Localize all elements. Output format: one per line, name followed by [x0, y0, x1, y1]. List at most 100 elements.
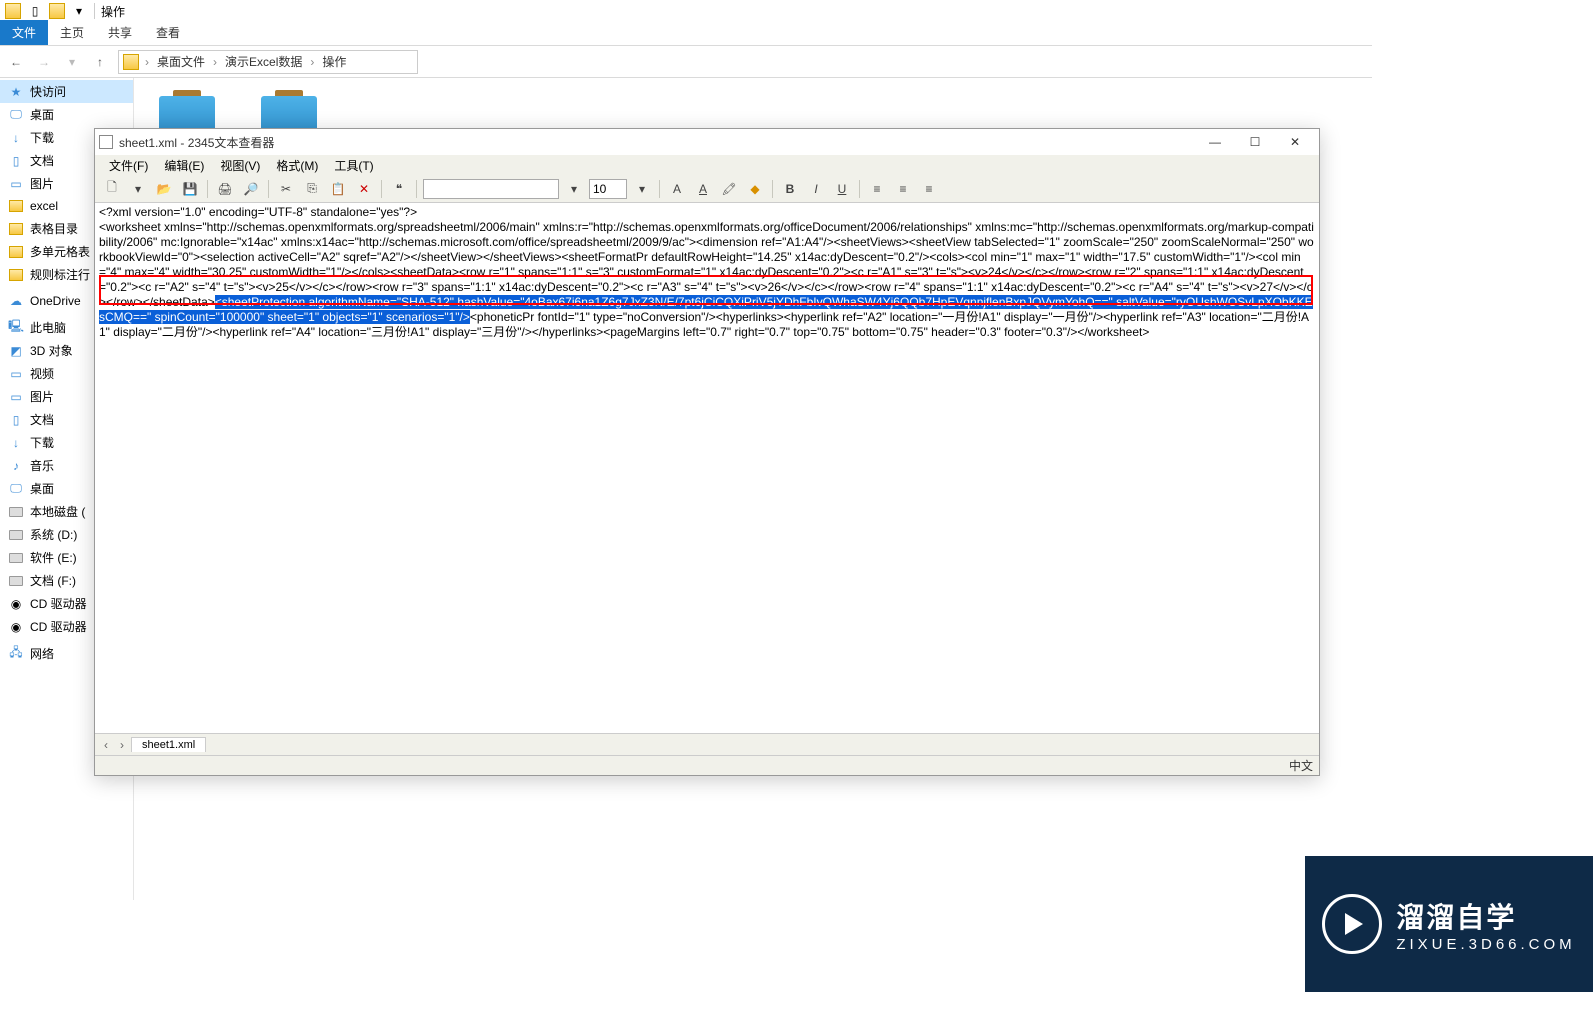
cloud-icon: ☁ — [8, 293, 24, 309]
tab-view[interactable]: 查看 — [144, 20, 192, 45]
fill-icon[interactable]: ◆ — [744, 178, 766, 200]
save-icon[interactable]: 💾 — [179, 178, 201, 200]
font-size-value: 10 — [593, 182, 606, 196]
sidebar-item-label: 音乐 — [30, 457, 54, 474]
drive-icon — [8, 550, 24, 566]
maximize-button[interactable]: ☐ — [1235, 129, 1275, 155]
sidebar-item-label: 图片 — [30, 175, 54, 192]
breadcrumb-seg[interactable]: 操作 — [320, 53, 348, 70]
sidebar-item-label: 图片 — [30, 388, 54, 405]
doc-icon[interactable]: ▯ — [26, 2, 44, 20]
menu-bar: 文件(F) 编辑(E) 视图(V) 格式(M) 工具(T) — [95, 155, 1319, 175]
nav-recent-icon[interactable]: ▾ — [62, 52, 82, 72]
nav-up-icon[interactable]: ↑ — [90, 52, 110, 72]
nav-back-icon[interactable]: ← — [6, 52, 26, 72]
textfile-icon — [99, 135, 113, 149]
folder-icon — [8, 244, 24, 260]
document-icon: ▯ — [8, 412, 24, 428]
underline-icon[interactable]: U — [831, 178, 853, 200]
disc-icon: ◉ — [8, 596, 24, 612]
sidebar-item-label: 此电脑 — [30, 319, 66, 336]
cut-icon[interactable]: ✂ — [275, 178, 297, 200]
menu-format[interactable]: 格式(M) — [270, 156, 324, 175]
music-icon: ♪ — [8, 458, 24, 474]
align-center-icon[interactable]: ≡ — [892, 178, 914, 200]
sidebar-item-label: 网络 — [30, 645, 54, 662]
viewer-doctabs: ‹ › sheet1.xml — [95, 733, 1319, 755]
tab-share[interactable]: 共享 — [96, 20, 144, 45]
menu-tool[interactable]: 工具(T) — [328, 156, 379, 175]
drive-icon — [8, 573, 24, 589]
align-right-icon[interactable]: ≡ — [918, 178, 940, 200]
sidebar-item-label: 文档 (F:) — [30, 572, 76, 589]
sidebar-item-label: 文档 — [30, 152, 54, 169]
watermark-title: 溜溜自学 — [1396, 896, 1575, 936]
viewer-titlebar[interactable]: sheet1.xml - 2345文本查看器 ― ☐ ✕ — [95, 129, 1319, 155]
quote-icon[interactable]: ❝ — [388, 178, 410, 200]
print-icon[interactable]: 🖨 — [214, 178, 236, 200]
nav-forward-icon: → — [34, 52, 54, 72]
sidebar-item-label: 本地磁盘 ( — [30, 503, 85, 520]
highlight-icon[interactable]: 🖍 — [718, 178, 740, 200]
close-button[interactable]: ✕ — [1275, 129, 1315, 155]
font-size-select[interactable]: 10 — [589, 179, 627, 199]
star-icon: ★ — [8, 84, 24, 100]
italic-icon[interactable]: I — [805, 178, 827, 200]
folder-icon — [8, 221, 24, 237]
menu-file[interactable]: 文件(F) — [103, 156, 154, 175]
toolbar: 🗋 ▾ 📂 💾 🖨 🔎 ✂ ⎘ 📋 ✕ ❝ ▾ 10 ▾ A A 🖍 ◆ B I… — [95, 175, 1319, 203]
xml-text[interactable]: <?xml version="1.0" encoding="UTF-8" sta… — [99, 205, 417, 219]
delete-icon[interactable]: ✕ — [353, 178, 375, 200]
tab-file[interactable]: 文件 — [0, 20, 48, 45]
font-color-icon[interactable]: A — [666, 178, 688, 200]
font-select[interactable] — [423, 179, 559, 199]
breadcrumb-seg[interactable]: 演示Excel数据 — [223, 53, 304, 70]
dropdown-icon[interactable]: ▾ — [631, 178, 653, 200]
explorer-titlebar: ▯ ▾ 操作 — [0, 0, 1372, 22]
newdoc-dropdown-icon[interactable]: ▾ — [127, 178, 149, 200]
download-icon: ↓ — [8, 435, 24, 451]
breadcrumb[interactable]: › 桌面文件 › 演示Excel数据 › 操作 — [118, 50, 418, 74]
sidebar-item-label: OneDrive — [30, 294, 81, 308]
tab-home[interactable]: 主页 — [48, 20, 96, 45]
sidebar-item-label: 下载 — [30, 434, 54, 451]
tab-next-icon[interactable]: › — [115, 737, 129, 753]
sidebar-quick-access[interactable]: ★快访问 — [0, 80, 133, 103]
desktop-icon: 🖵 — [8, 107, 24, 123]
disc-icon: ◉ — [8, 619, 24, 635]
status-lang: 中文 — [1289, 757, 1313, 774]
minimize-button[interactable]: ― — [1195, 129, 1235, 155]
menu-edit[interactable]: 编辑(E) — [158, 156, 210, 175]
tab-prev-icon[interactable]: ‹ — [99, 737, 113, 753]
sidebar-item-label: 软件 (E:) — [30, 549, 77, 566]
folder-icon — [123, 54, 139, 70]
overflow-icon[interactable]: ▾ — [70, 2, 88, 20]
copy-icon[interactable]: ⎘ — [301, 178, 323, 200]
doc-tab[interactable]: sheet1.xml — [131, 737, 206, 752]
paste-icon[interactable]: 📋 — [327, 178, 349, 200]
bold-icon[interactable]: B — [779, 178, 801, 200]
sidebar-item-label: 规则标注行 — [30, 266, 90, 283]
sidebar-item-desktop[interactable]: 🖵桌面 — [0, 103, 133, 126]
ribbon-tabs: 文件 主页 共享 查看 — [0, 22, 1372, 46]
watermark-url: ZIXUE.3D66.COM — [1396, 936, 1575, 953]
cube-icon: ◩ — [8, 343, 24, 359]
menu-view[interactable]: 视图(V) — [214, 156, 266, 175]
chevron-right-icon[interactable]: › — [145, 55, 149, 69]
find-icon[interactable]: 🔎 — [240, 178, 262, 200]
breadcrumb-seg[interactable]: 桌面文件 — [155, 53, 207, 70]
chevron-right-icon[interactable]: › — [310, 55, 314, 69]
watermark: 溜溜自学 ZIXUE.3D66.COM — [1305, 856, 1593, 992]
folder-open-icon[interactable] — [48, 2, 66, 20]
dropdown-icon[interactable]: ▾ — [563, 178, 585, 200]
text-content[interactable]: <?xml version="1.0" encoding="UTF-8" sta… — [95, 203, 1319, 733]
sidebar-item-label: excel — [30, 199, 58, 213]
chevron-right-icon[interactable]: › — [213, 55, 217, 69]
sidebar-item-label: CD 驱动器 — [30, 595, 87, 612]
new-icon[interactable]: 🗋 — [101, 178, 123, 200]
align-left-icon[interactable]: ≡ — [866, 178, 888, 200]
open-icon[interactable]: 📂 — [153, 178, 175, 200]
document-icon: ▯ — [8, 153, 24, 169]
font-style-icon[interactable]: A — [692, 178, 714, 200]
sidebar-item-label: 表格目录 — [30, 220, 78, 237]
